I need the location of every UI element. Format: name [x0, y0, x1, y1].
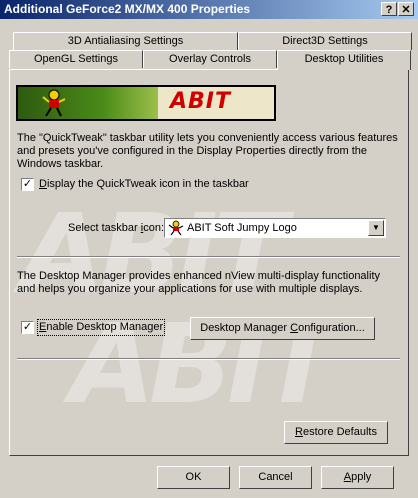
select-value: ABIT Soft Jumpy Logo — [187, 222, 297, 234]
desktop-manager-description: The Desktop Manager provides enhanced nV… — [17, 270, 380, 295]
dropdown-arrow-icon[interactable]: ▼ — [368, 220, 384, 236]
window-title: Additional GeForce2 MX/MX 400 Properties — [4, 2, 251, 16]
jumpy-figure-icon — [168, 220, 184, 236]
quicktweak-checkbox[interactable]: ✓ — [21, 178, 34, 191]
jumpy-mascot-icon — [42, 89, 66, 117]
restore-defaults-button[interactable]: Restore Defaults — [284, 421, 388, 444]
help-button[interactable]: ? — [381, 2, 397, 16]
abit-watermark: ABIT — [20, 190, 287, 318]
taskbar-icon-select[interactable]: ABIT Soft Jumpy Logo ▼ — [164, 218, 386, 238]
select-icon-label: Select taskbar icon: — [68, 222, 165, 234]
ok-button[interactable]: OK — [157, 466, 230, 489]
quicktweak-description: The "QuickTweak" taskbar utility lets yo… — [17, 132, 398, 170]
separator-2 — [17, 358, 400, 360]
abit-banner: ABIT — [16, 85, 276, 121]
tab-desktop-utilities[interactable]: Desktop Utilities — [277, 50, 411, 70]
quicktweak-checkbox-label[interactable]: Display the QuickTweak icon in the taskb… — [39, 178, 249, 191]
abit-logo: ABIT — [170, 89, 231, 114]
tab-overlay-controls[interactable]: Overlay Controls — [143, 50, 277, 68]
desktop-manager-checkbox-label[interactable]: Enable Desktop Manager — [37, 319, 166, 336]
desktop-manager-config-button[interactable]: Desktop Manager Configuration... — [190, 317, 375, 340]
tab-3d-antialiasing[interactable]: 3D Antialiasing Settings — [13, 32, 238, 50]
desktop-manager-checkbox[interactable]: ✓ — [21, 321, 34, 334]
cancel-button[interactable]: Cancel — [239, 466, 312, 489]
close-button[interactable]: ✕ — [398, 2, 414, 16]
separator — [17, 256, 400, 258]
tab-panel: ABIT ABIT — [9, 69, 409, 456]
tab-opengl[interactable]: OpenGL Settings — [9, 50, 143, 68]
tab-direct3d[interactable]: Direct3D Settings — [238, 32, 412, 50]
apply-button[interactable]: Apply — [321, 466, 394, 489]
title-bar: Additional GeForce2 MX/MX 400 Properties… — [0, 0, 418, 19]
